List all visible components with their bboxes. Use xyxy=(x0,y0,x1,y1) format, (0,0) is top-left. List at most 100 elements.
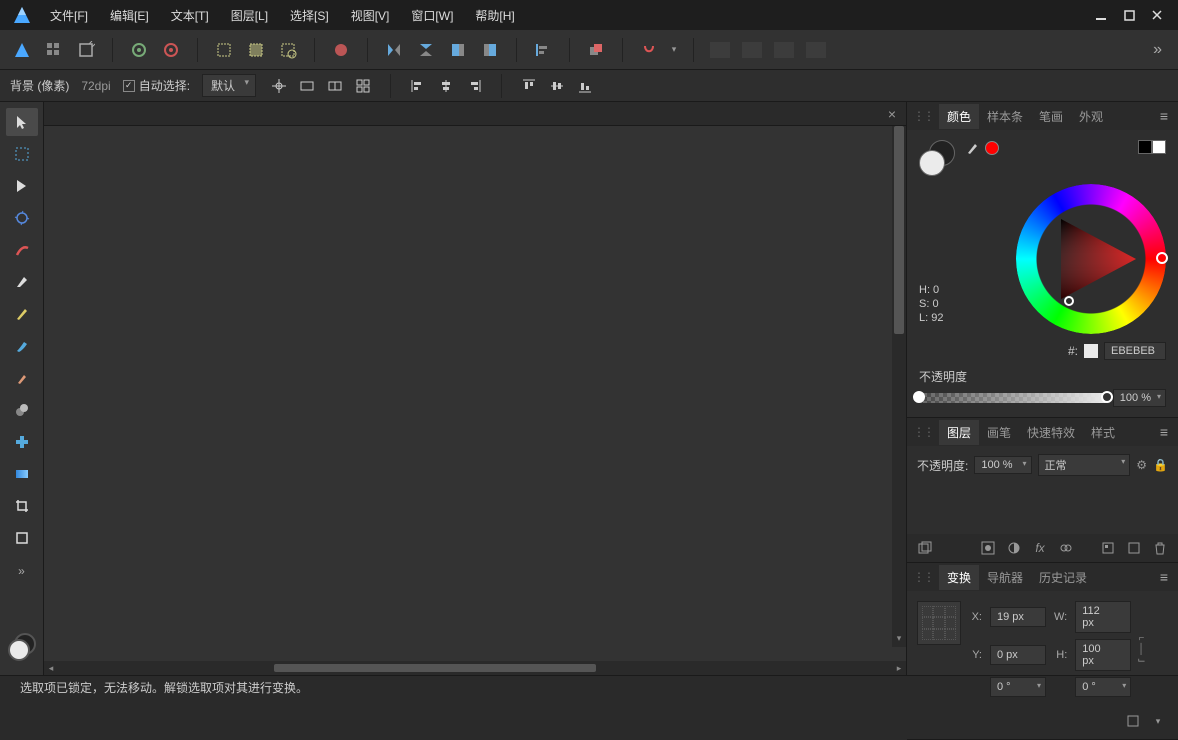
flip-vertical-icon[interactable] xyxy=(412,36,440,64)
opacity-value[interactable]: 100 % xyxy=(1113,389,1166,407)
panel-menu-icon[interactable]: ≡ xyxy=(1156,569,1172,585)
crop-tool[interactable] xyxy=(6,492,38,520)
layer-group-icon[interactable] xyxy=(915,538,935,558)
persona-liquify-icon[interactable] xyxy=(40,36,68,64)
persona-photo-icon[interactable] xyxy=(8,36,36,64)
layers-list[interactable] xyxy=(907,484,1178,534)
align-v-top-icon[interactable] xyxy=(518,75,540,97)
rotate-cw-icon[interactable] xyxy=(476,36,504,64)
clone-tool[interactable] xyxy=(6,396,38,424)
pencil-tool[interactable] xyxy=(6,300,38,328)
horizontal-scrollbar[interactable]: ◂ ▸ xyxy=(44,661,906,675)
panel-menu-icon[interactable]: ≡ xyxy=(1156,108,1172,124)
move-tool[interactable] xyxy=(6,108,38,136)
add-pixel-layer-icon[interactable] xyxy=(1098,538,1118,558)
blend-mode-dropdown[interactable]: 正常 xyxy=(1038,454,1131,476)
snapping-dropdown-icon[interactable]: ▾ xyxy=(667,36,681,64)
tool-color-swatch[interactable] xyxy=(8,633,36,661)
settings-icon[interactable] xyxy=(157,36,185,64)
w-input[interactable]: 112 px xyxy=(1075,601,1131,633)
document-close-icon[interactable]: × xyxy=(878,106,906,122)
tab-swatches[interactable]: 样本条 xyxy=(979,104,1031,129)
align-v-middle-icon[interactable] xyxy=(546,75,568,97)
persona-develop-icon[interactable] xyxy=(72,36,100,64)
healing-tool[interactable] xyxy=(6,428,38,456)
selection-invert-icon[interactable] xyxy=(274,36,302,64)
h-input[interactable]: 100 px xyxy=(1075,639,1131,671)
arrange-icon[interactable] xyxy=(582,36,610,64)
anchor-selector[interactable] xyxy=(917,601,961,645)
pen-tool[interactable] xyxy=(6,268,38,296)
r-input[interactable]: 0 ° xyxy=(990,677,1046,697)
menu-help[interactable]: 帮助[H] xyxy=(465,3,524,28)
tab-color[interactable]: 颜色 xyxy=(939,104,979,129)
layer-opacity-dropdown[interactable]: 100 % xyxy=(974,456,1031,474)
panel-grip-icon[interactable]: ⋮⋮ xyxy=(913,109,933,123)
selection-brush-tool[interactable] xyxy=(6,236,38,264)
color-triangle[interactable] xyxy=(1041,209,1141,309)
align-v-bottom-icon[interactable] xyxy=(574,75,596,97)
transform-mode-1-icon[interactable] xyxy=(296,75,318,97)
menu-view[interactable]: 视图[V] xyxy=(341,3,400,28)
menu-select[interactable]: 选择[S] xyxy=(280,3,339,28)
selection-new-icon[interactable] xyxy=(210,36,238,64)
menu-file[interactable]: 文件[F] xyxy=(40,3,98,28)
opacity-slider[interactable] xyxy=(919,393,1107,403)
s-input[interactable]: 0 ° xyxy=(1075,677,1131,697)
transform-origin-icon[interactable] xyxy=(268,75,290,97)
add-layer-icon[interactable] xyxy=(1124,538,1144,558)
panel-grip-icon[interactable]: ⋮⋮ xyxy=(913,425,933,439)
vertical-scroll-thumb[interactable] xyxy=(894,126,904,334)
context-dpi[interactable]: 72dpi xyxy=(81,79,110,93)
align-h-right-icon[interactable] xyxy=(463,75,485,97)
align-h-left-icon[interactable] xyxy=(407,75,429,97)
hue-marker[interactable] xyxy=(1156,252,1168,264)
maximize-button[interactable] xyxy=(1122,8,1136,22)
vertical-scrollbar[interactable]: ▾ xyxy=(892,126,906,647)
menu-text[interactable]: 文本[T] xyxy=(161,3,219,28)
scroll-left-arrow-icon[interactable]: ◂ xyxy=(44,663,58,674)
tab-navigator[interactable]: 导航器 xyxy=(979,565,1031,590)
tab-brushes[interactable]: 画笔 xyxy=(979,420,1019,445)
fx-icon[interactable]: fx xyxy=(1030,538,1050,558)
tab-fx[interactable]: 快速特效 xyxy=(1019,420,1083,445)
hex-input[interactable] xyxy=(1104,342,1166,360)
sl-marker[interactable] xyxy=(1064,296,1074,306)
horizontal-scroll-thumb[interactable] xyxy=(274,664,596,672)
flip-horizontal-icon[interactable] xyxy=(380,36,408,64)
align-h-center-icon[interactable] xyxy=(435,75,457,97)
close-button[interactable] xyxy=(1150,8,1164,22)
node-tool[interactable] xyxy=(6,172,38,200)
develop-tool[interactable] xyxy=(6,204,38,232)
transform-mode-3-icon[interactable] xyxy=(352,75,374,97)
canvas[interactable]: ▾ xyxy=(44,126,906,661)
scroll-right-arrow-icon[interactable]: ▸ xyxy=(892,663,906,674)
color-wheel[interactable] xyxy=(1016,184,1166,334)
tab-transform[interactable]: 变换 xyxy=(939,565,979,590)
toolbar-overflow-icon[interactable]: » xyxy=(1145,41,1170,59)
auto-select-dropdown[interactable]: 默认 xyxy=(202,74,256,97)
bw-swatches[interactable] xyxy=(1138,140,1166,154)
gradient-tool[interactable] xyxy=(6,460,38,488)
eyedropper-icon[interactable] xyxy=(965,140,981,156)
adjustment-icon[interactable] xyxy=(1004,538,1024,558)
shape-tool[interactable] xyxy=(6,524,38,552)
selection-add-icon[interactable] xyxy=(242,36,270,64)
tool-expand-icon[interactable]: » xyxy=(18,564,25,578)
menu-window[interactable]: 窗口[W] xyxy=(401,3,463,28)
transform-mode-2-icon[interactable] xyxy=(324,75,346,97)
align-left-icon[interactable] xyxy=(529,36,557,64)
tab-appearance[interactable]: 外观 xyxy=(1071,104,1111,129)
panel-grip-icon[interactable]: ⋮⋮ xyxy=(913,570,933,584)
quick-mask-icon[interactable] xyxy=(327,36,355,64)
preferences-icon[interactable] xyxy=(125,36,153,64)
primary-swatch[interactable] xyxy=(919,150,945,176)
snapping-icon[interactable] xyxy=(635,36,663,64)
opacity-end-thumb[interactable] xyxy=(1101,391,1113,403)
menu-layer[interactable]: 图层[L] xyxy=(221,3,278,28)
tab-layers[interactable]: 图层 xyxy=(939,420,979,445)
delete-layer-icon[interactable] xyxy=(1150,538,1170,558)
y-input[interactable]: 0 px xyxy=(990,645,1046,665)
panel-menu-icon[interactable]: ≡ xyxy=(1156,424,1172,440)
x-input[interactable]: 19 px xyxy=(990,607,1046,627)
